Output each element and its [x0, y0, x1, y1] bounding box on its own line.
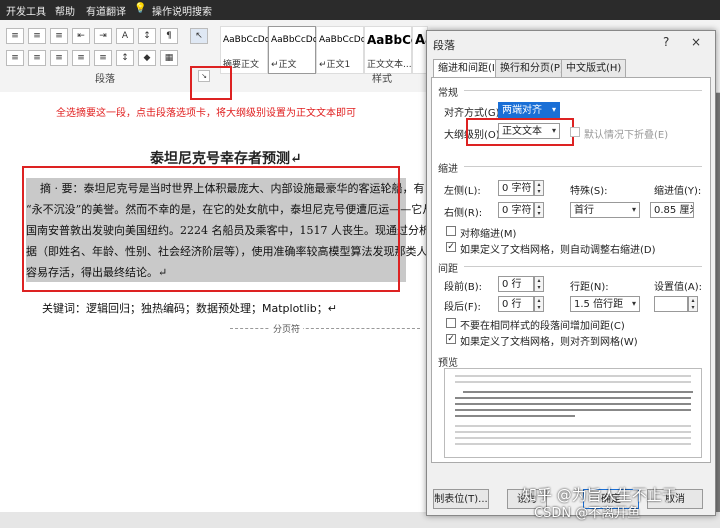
watermark-csdn: CSDN @不离开鱼 — [534, 506, 641, 521]
section-preview: 预览 — [438, 358, 458, 369]
annotation-instruction: 全选摘要这一段，点击段落选项卡，将大纲级别设置为正文文本即可 — [56, 108, 356, 119]
line-at-spinner[interactable]: ▴ ▾ — [688, 296, 698, 312]
mirror-indent-label: 对称缩进(M) — [460, 229, 517, 240]
style-tile-normal1[interactable]: AaBbCcDd ↵正文1 — [316, 26, 366, 74]
title-menubar: 开发工具 帮助 有道翻译 💡 操作说明搜索 — [0, 0, 720, 20]
space-before-spinner[interactable]: ▴ ▾ — [534, 276, 544, 292]
indent-by-input[interactable]: 0.85 厘米 — [650, 202, 694, 218]
paragraph-launcher-highlight — [190, 66, 232, 100]
chevron-down-icon[interactable]: ▾ — [628, 203, 640, 217]
space-before-input[interactable]: 0 行 — [498, 276, 534, 292]
right-indent-label: 右侧(R): — [444, 208, 483, 219]
tab-asian-typography[interactable]: 中文版式(H) — [561, 59, 627, 78]
tab-line-page-breaks[interactable]: 换行和分页(P) — [495, 59, 569, 78]
abstract-selection-box — [22, 166, 400, 292]
lightbulb-icon: 💡 — [134, 3, 147, 14]
multilevel-icon[interactable]: ≡ — [50, 28, 68, 44]
auto-adjust-checkbox[interactable]: ✓ — [446, 242, 456, 252]
space-before-label: 段前(B): — [444, 282, 483, 293]
line-at-label: 设置值(A): — [654, 282, 703, 293]
left-indent-label: 左侧(L): — [444, 186, 481, 197]
decrease-indent-icon[interactable]: ⇤ — [72, 28, 90, 44]
align-center-icon[interactable]: ≡ — [28, 50, 46, 66]
no-space-same-style-label: 不要在相同样式的段落间增加间距(C) — [460, 321, 625, 332]
collapsed-label: 默认情况下折叠(E) — [584, 130, 669, 141]
shading-icon[interactable]: ◆ — [138, 50, 156, 66]
section-spacing: 间距 — [438, 264, 458, 275]
close-icon[interactable]: × — [691, 35, 701, 49]
keywords-line: 关键词：逻辑回归；独热编码；数据预处理；Matplotlib；↵ — [42, 302, 337, 315]
menu-youdao[interactable]: 有道翻译 — [86, 3, 126, 18]
cursor-icon[interactable]: ↖ — [190, 28, 208, 44]
snap-to-grid-checkbox[interactable]: ✓ — [446, 334, 456, 344]
align-left-icon[interactable]: ≡ — [6, 50, 24, 66]
sort-icon[interactable]: ↕ — [138, 28, 156, 44]
style-tile-normal[interactable]: AaBbCcDd ↵正文 — [268, 26, 318, 74]
space-after-spinner[interactable]: ▴ ▾ — [534, 296, 544, 312]
style-tile-body-text[interactable]: AaBbCc 正文文本... — [364, 26, 418, 74]
align-right-icon[interactable]: ≡ — [50, 50, 68, 66]
chinese-layout-icon[interactable]: A — [116, 28, 134, 44]
line-at-input[interactable] — [654, 296, 688, 312]
alignment-label: 对齐方式(G): — [444, 108, 503, 119]
indent-by-label: 缩进值(Y): — [654, 186, 702, 197]
dialog-title: 段落 — [433, 39, 455, 52]
section-indentation: 缩进 — [438, 164, 458, 175]
chevron-down-icon[interactable]: ▾ — [548, 103, 560, 117]
styles-group-label: 样式 — [372, 74, 392, 85]
right-indent-input[interactable]: 0 字符 — [498, 202, 534, 218]
mirror-indent-checkbox[interactable] — [446, 226, 456, 236]
chevron-down-icon[interactable]: ▾ — [628, 297, 640, 311]
outline-level-highlight — [466, 118, 574, 146]
left-indent-spinner[interactable]: ▴ ▾ — [534, 180, 544, 196]
page-break: 分页符 — [230, 322, 420, 335]
increase-indent-icon[interactable]: ⇥ — [94, 28, 112, 44]
tab-indents-spacing[interactable]: 缩进和间距(I) — [433, 59, 504, 79]
collapsed-checkbox[interactable] — [570, 127, 580, 137]
line-spacing-icon[interactable]: ↕ — [116, 50, 134, 66]
special-indent-label: 特殊(S): — [570, 186, 608, 197]
auto-adjust-label: 如果定义了文档网格，则自动调整右缩进(D) — [460, 245, 656, 256]
justify-icon[interactable]: ≡ — [72, 50, 90, 66]
borders-icon[interactable]: ▦ — [160, 50, 178, 66]
paragraph-dialog: 段落 ? × 缩进和间距(I) 换行和分页(P) 中文版式(H) 常规 对齐方式… — [426, 30, 716, 516]
space-after-input[interactable]: 0 行 — [498, 296, 534, 312]
space-after-label: 段后(F): — [444, 302, 481, 313]
section-general: 常规 — [438, 88, 458, 99]
document-title: 泰坦尼克号幸存者预测↵ — [150, 151, 302, 167]
preview-box — [444, 368, 702, 458]
menu-help[interactable]: 帮助 — [55, 3, 75, 18]
bullets-icon[interactable]: ≡ — [6, 28, 24, 44]
document-page[interactable]: 全选摘要这一段，点击段落选项卡，将大纲级别设置为正文文本即可 泰坦尼克号幸存者预… — [0, 66, 463, 512]
distribute-icon[interactable]: ≡ — [94, 50, 112, 66]
left-indent-input[interactable]: 0 字符 — [498, 180, 534, 196]
tabs-button[interactable]: 制表位(T)... — [433, 489, 489, 509]
paragraph-group-label: 段落 — [95, 74, 115, 85]
snap-to-grid-label: 如果定义了文档网格，则对齐到网格(W) — [460, 337, 638, 348]
show-marks-icon[interactable]: ¶ — [160, 28, 178, 44]
help-button[interactable]: ? — [663, 35, 669, 49]
menu-search[interactable]: 操作说明搜索 — [152, 3, 212, 18]
line-spacing-label: 行距(N): — [570, 282, 609, 293]
menu-developer[interactable]: 开发工具 — [6, 3, 46, 18]
tab-panel: 常规 对齐方式(G): 两端对齐 ▾ 大纲级别(O): 正文文本 ▾ 默认情况下… — [431, 77, 711, 463]
numbering-icon[interactable]: ≡ — [28, 28, 46, 44]
right-indent-spinner[interactable]: ▴ ▾ — [534, 202, 544, 218]
no-space-same-style-checkbox[interactable] — [446, 318, 456, 328]
